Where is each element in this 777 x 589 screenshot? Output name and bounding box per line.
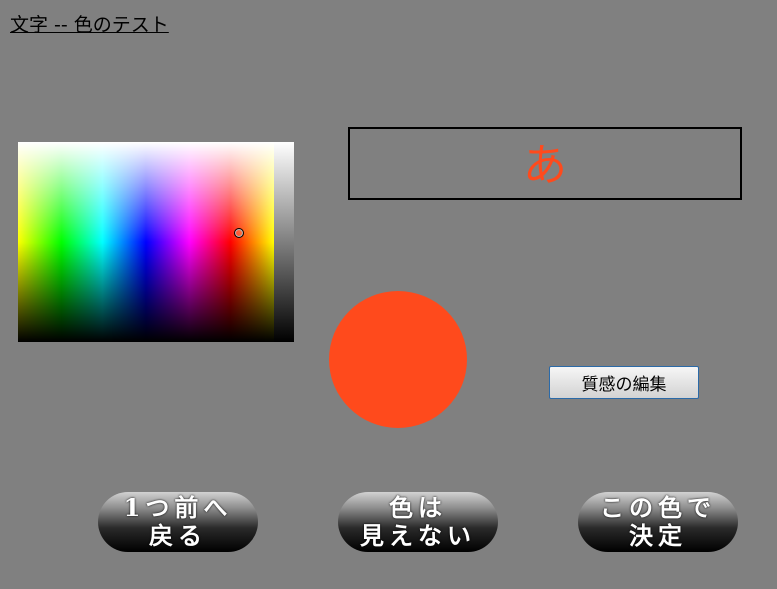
color-invisible-button-line2: 見えない: [360, 521, 476, 550]
back-button-line2: 戻る: [149, 521, 207, 550]
back-button[interactable]: 1つ前へ 戻る: [98, 492, 258, 552]
preview-character: あ: [523, 139, 567, 191]
confirm-color-button[interactable]: この色で 決定: [578, 492, 738, 552]
page-title-link[interactable]: 文字 -- 色のテスト: [10, 10, 169, 37]
picker-cursor-handle[interactable]: [234, 228, 244, 238]
confirm-color-button-line1: この色で: [600, 493, 716, 522]
color-invisible-button[interactable]: 色は 見えない: [338, 492, 498, 552]
selected-color-swatch: [329, 291, 467, 428]
hue-saturation-picker[interactable]: [18, 142, 274, 342]
confirm-color-button-line2: 決定: [629, 521, 687, 550]
text-preview-box: あ: [348, 127, 742, 200]
edit-texture-button[interactable]: 質感の編集: [549, 366, 699, 399]
color-invisible-button-line1: 色は: [389, 493, 447, 522]
lightness-slider[interactable]: [274, 142, 294, 342]
back-button-line1: 1つ前へ: [123, 493, 233, 522]
